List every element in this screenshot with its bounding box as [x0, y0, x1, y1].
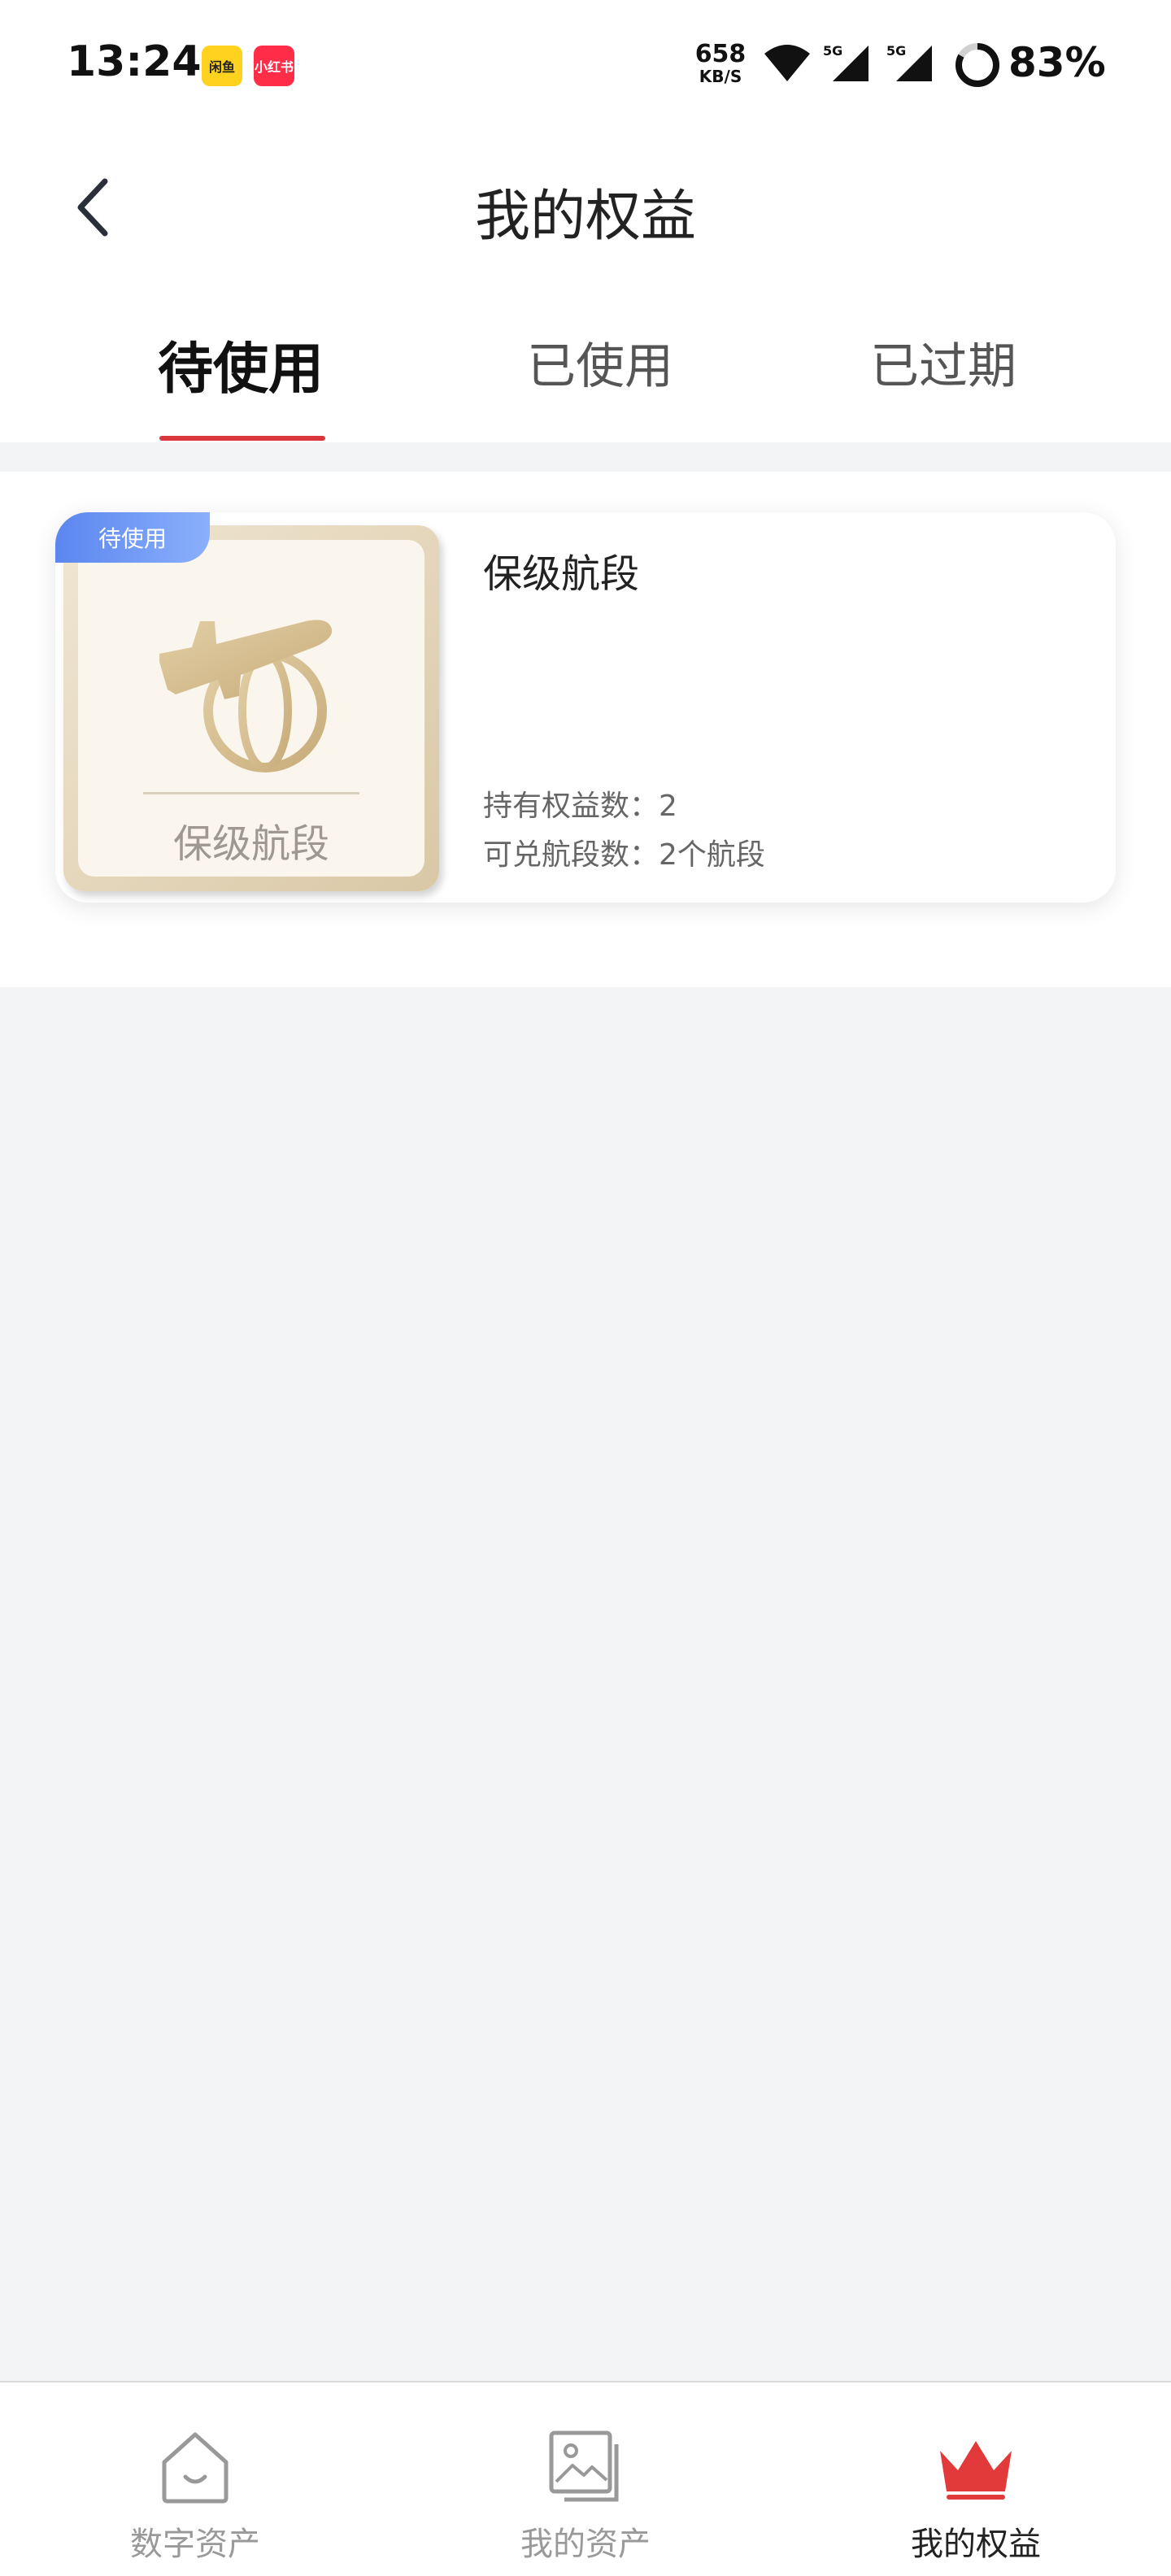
tab-expired[interactable]: 已过期	[821, 327, 1065, 398]
status-time: 13:24	[67, 37, 202, 86]
signal-5g-label: 5G	[823, 43, 842, 59]
signal-5g-icon: 5G	[823, 43, 868, 81]
nav-label: 数字资产	[130, 2526, 260, 2563]
signal-5g-icon: 5G	[886, 43, 932, 81]
thumbnail-inner: 保级航段	[78, 540, 424, 877]
benefit-held-count: 持有权益数：2	[483, 790, 677, 823]
page-title: 我的权益	[474, 185, 696, 249]
status-bar: 13:24 闲鱼 小红书 658 KB/S 5G 5G 83%	[0, 0, 1171, 130]
xiaohongshu-app-icon: 小红书	[254, 46, 294, 86]
tab-bar: 待使用 已使用 已过期	[0, 285, 1171, 442]
signal-5g-label: 5G	[886, 43, 906, 59]
benefit-title: 保级航段	[483, 551, 640, 597]
image-icon	[549, 2430, 619, 2502]
benefits-list: 待使用 保级航段 保级航段 持有权益数：2 可兑航段数：2个航段	[0, 472, 1171, 987]
network-speed: 658 KB/S	[688, 42, 753, 85]
network-speed-unit: KB/S	[699, 67, 742, 86]
benefit-segment-count: 可兑航段数：2个航段	[483, 838, 765, 872]
active-tab-indicator	[159, 436, 325, 441]
wifi-icon	[764, 45, 810, 81]
status-badge: 待使用	[55, 512, 210, 563]
benefit-card[interactable]: 待使用 保级航段 保级航段 持有权益数：2 可兑航段数：2个航段	[55, 512, 1116, 903]
nav-digital-assets[interactable]: 数字资产	[73, 2382, 317, 2576]
thumbnail-divider	[143, 792, 359, 794]
xianyu-app-icon: 闲鱼	[202, 46, 242, 86]
nav-my-benefits[interactable]: 我的权益	[854, 2382, 1098, 2576]
nav-label: 我的权益	[911, 2526, 1041, 2563]
tab-pending[interactable]: 待使用	[119, 324, 363, 404]
airplane-globe-icon	[159, 620, 333, 772]
nav-my-assets[interactable]: 我的资产	[464, 2382, 707, 2576]
thumbnail-caption: 保级航段	[172, 821, 329, 867]
bottom-nav: 数字资产 我的资产 我的权益	[0, 2381, 1171, 2576]
nav-label: 我的资产	[520, 2526, 651, 2563]
crown-icon	[940, 2441, 1012, 2500]
battery-ring-icon	[956, 43, 999, 87]
tab-used[interactable]: 已使用	[478, 327, 722, 398]
header: 我的权益	[0, 130, 1171, 285]
network-speed-value: 658	[694, 40, 747, 68]
battery-percent: 83%	[1008, 39, 1106, 86]
benefit-thumbnail: 保级航段	[63, 525, 439, 891]
home-icon	[162, 2432, 229, 2504]
